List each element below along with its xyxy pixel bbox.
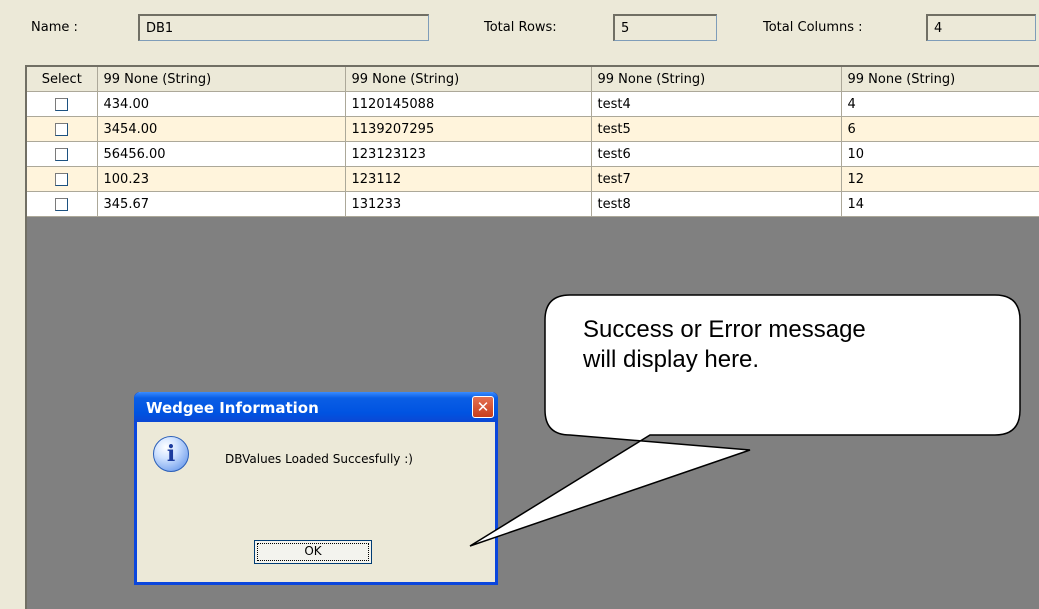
select-cell[interactable] <box>27 91 98 117</box>
table-cell[interactable]: 10 <box>841 141 1039 167</box>
table-header-row: Select 99 None (String) 99 None (String)… <box>27 67 1039 92</box>
dialog-title: Wedgee Information <box>146 399 319 417</box>
table-row[interactable]: 56456.00 123123123 test6 10 <box>27 141 1039 167</box>
table-cell[interactable]: 14 <box>841 191 1039 217</box>
table-row[interactable]: 345.67 131233 test8 14 <box>27 191 1039 217</box>
dialog-message: DBValues Loaded Succesfully :) <box>225 452 413 466</box>
callout-line: Success or Error message <box>583 316 866 343</box>
total-rows-field[interactable]: 5 <box>613 14 717 41</box>
main-panel: Name : DB1 Total Rows: 5 Total Columns :… <box>0 0 1039 609</box>
row-checkbox[interactable] <box>55 172 69 186</box>
column-header[interactable]: 99 None (String) <box>591 67 842 92</box>
column-header[interactable]: 99 None (String) <box>345 67 592 92</box>
callout-line: will display here. <box>583 346 760 373</box>
table-cell[interactable]: 1139207295 <box>345 116 592 142</box>
info-icon: i <box>153 436 189 472</box>
table-cell[interactable]: test7 <box>591 166 842 192</box>
table-cell[interactable]: 12 <box>841 166 1039 192</box>
table-row[interactable]: 434.00 1120145088 test4 4 <box>27 91 1039 117</box>
name-field[interactable]: DB1 <box>138 14 429 41</box>
table-cell[interactable]: 4 <box>841 91 1039 117</box>
table-cell[interactable]: 345.67 <box>97 191 346 217</box>
table-cell[interactable]: 56456.00 <box>97 141 346 167</box>
table-cell[interactable]: test8 <box>591 191 842 217</box>
table-cell[interactable]: 434.00 <box>97 91 346 117</box>
table-cell[interactable]: test4 <box>591 91 842 117</box>
table-cell[interactable]: 3454.00 <box>97 116 346 142</box>
total-columns-label: Total Columns : <box>763 20 863 35</box>
select-cell[interactable] <box>27 116 98 142</box>
table-cell[interactable]: 123112 <box>345 166 592 192</box>
table-cell[interactable]: 100.23 <box>97 166 346 192</box>
table-row[interactable]: 3454.00 1139207295 test5 6 <box>27 116 1039 142</box>
table-cell[interactable]: 1120145088 <box>345 91 592 117</box>
table-cell[interactable]: test5 <box>591 116 842 142</box>
dialog-titlebar[interactable]: Wedgee Information ✕ <box>134 392 498 422</box>
select-cell[interactable] <box>27 191 98 217</box>
table-row[interactable]: 100.23 123112 test7 12 <box>27 166 1039 192</box>
table-cell[interactable]: 131233 <box>345 191 592 217</box>
callout-text: Success or Error message will display he… <box>583 315 983 375</box>
info-dialog: Wedgee Information ✕ i DBValues Loaded S… <box>134 392 498 585</box>
select-cell[interactable] <box>27 141 98 167</box>
table-cell[interactable]: test6 <box>591 141 842 167</box>
column-header-select[interactable]: Select <box>27 67 98 92</box>
row-checkbox[interactable] <box>55 147 69 161</box>
column-header[interactable]: 99 None (String) <box>841 67 1039 92</box>
column-header[interactable]: 99 None (String) <box>97 67 346 92</box>
total-columns-field[interactable]: 4 <box>926 14 1036 41</box>
row-checkbox[interactable] <box>55 197 69 211</box>
row-checkbox[interactable] <box>55 97 69 111</box>
ok-button[interactable]: OK <box>254 540 372 564</box>
table-cell[interactable]: 123123123 <box>345 141 592 167</box>
total-rows-label: Total Rows: <box>484 20 557 35</box>
data-table: Select 99 None (String) 99 None (String)… <box>27 67 1039 217</box>
table-cell[interactable]: 6 <box>841 116 1039 142</box>
select-cell[interactable] <box>27 166 98 192</box>
close-button[interactable]: ✕ <box>472 396 494 418</box>
row-checkbox[interactable] <box>55 122 69 136</box>
name-label: Name : <box>31 20 78 35</box>
